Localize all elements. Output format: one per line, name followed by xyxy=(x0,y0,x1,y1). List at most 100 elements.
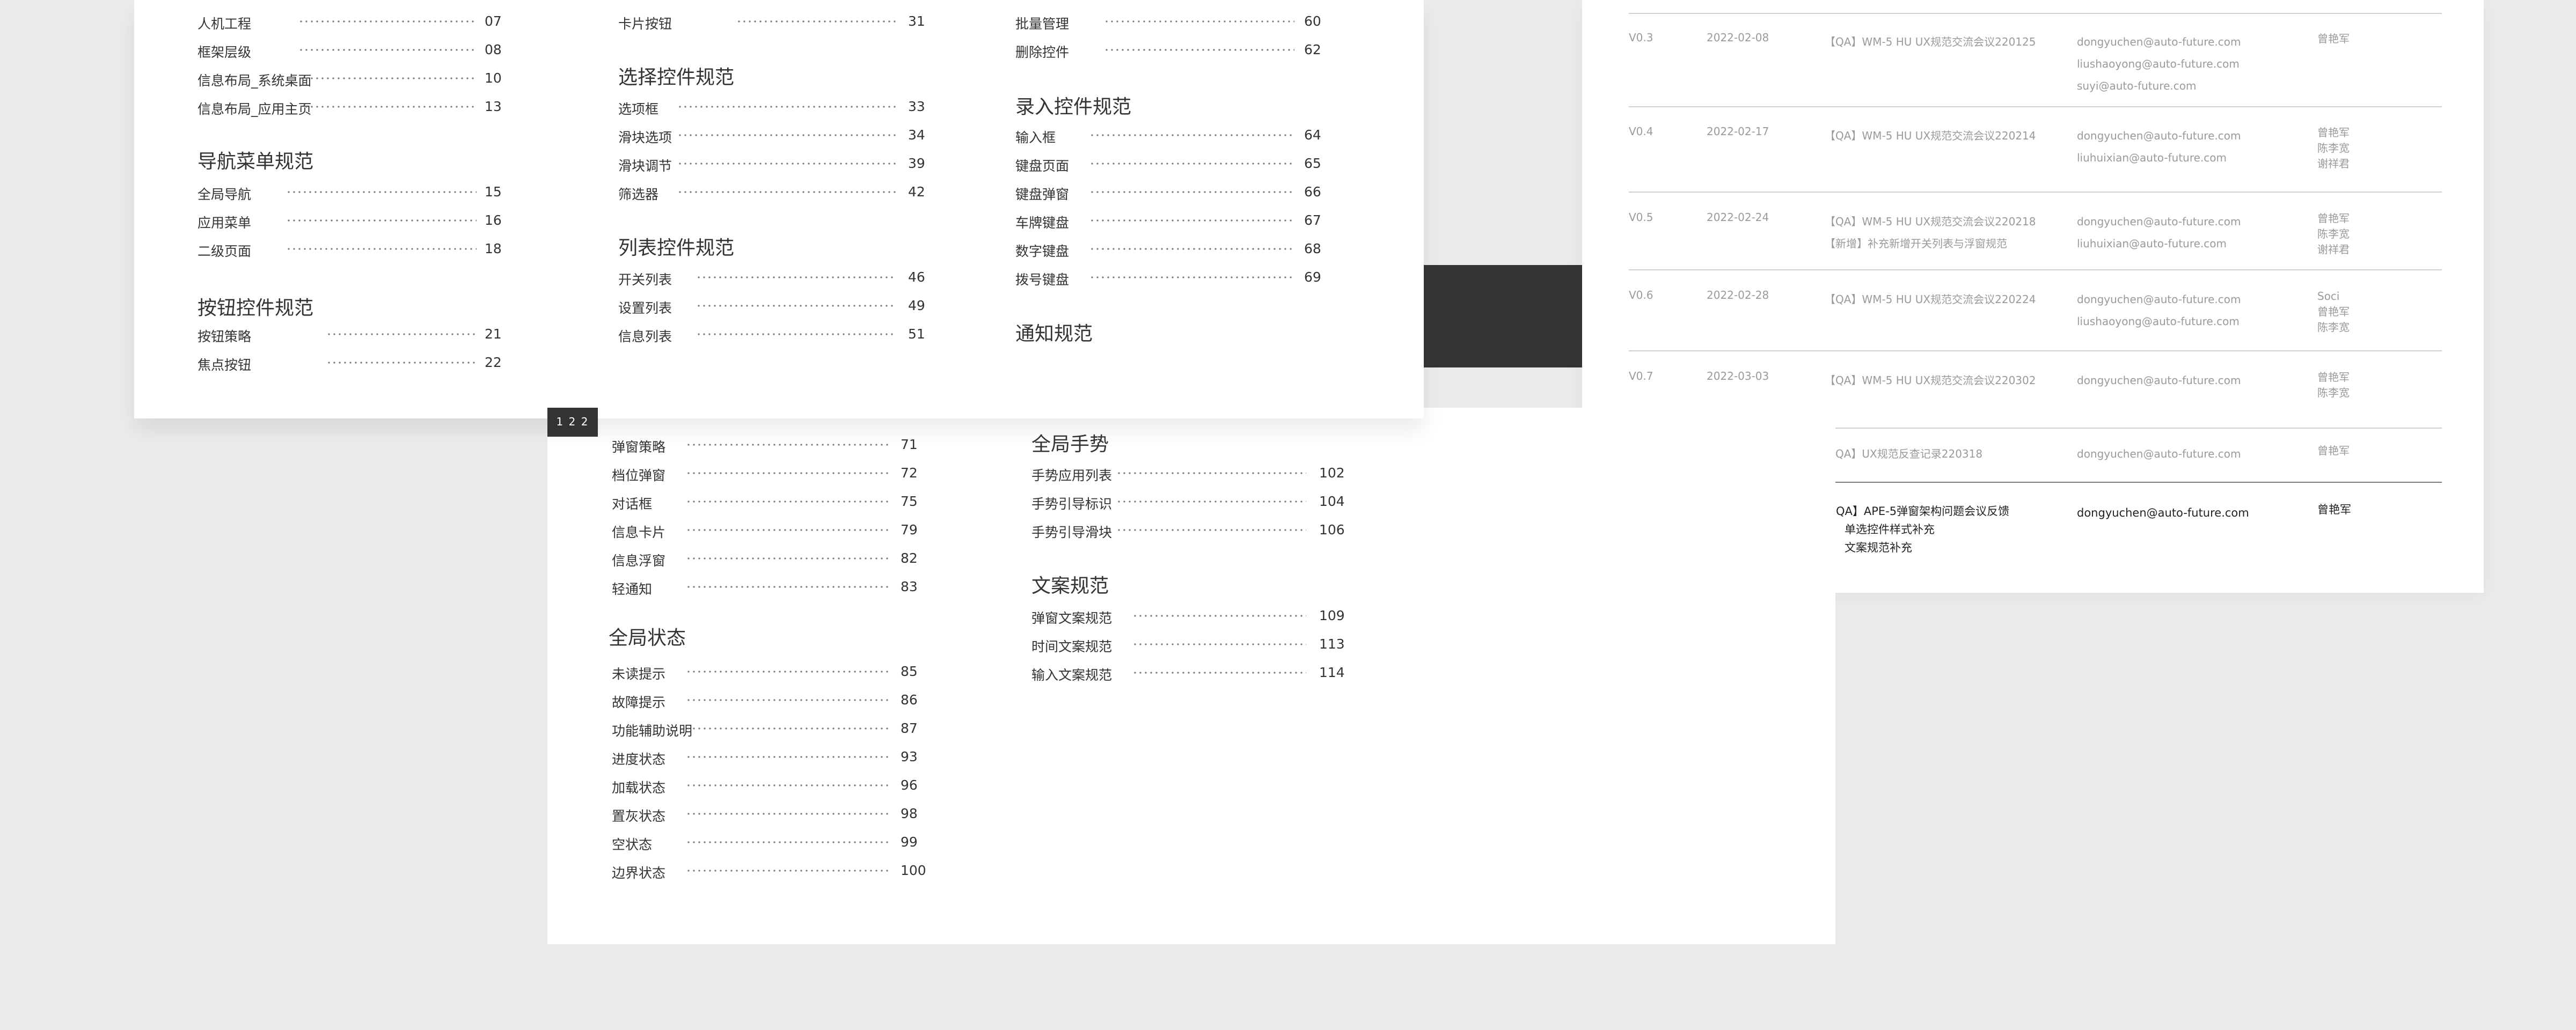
toc-entry-page: 79 xyxy=(901,522,918,538)
toc-entry-page: 85 xyxy=(901,664,918,679)
toc-entry[interactable]: 键盘页面 65 xyxy=(1015,156,1342,177)
revision-version: V0.5 xyxy=(1629,211,1653,224)
revision-emails: dongyuchen@auto-future.com xyxy=(2077,374,2241,387)
toc-entry[interactable]: 信息列表 51 xyxy=(618,326,946,348)
toc-entry[interactable]: 按钮策略 21 xyxy=(197,326,522,348)
toc-entry[interactable]: 开关列表 46 xyxy=(618,269,946,291)
toc-entry[interactable]: 滑块调节 39 xyxy=(618,156,946,177)
section-title-copy: 文案规范 xyxy=(1031,575,1109,597)
toc-entry-page: 83 xyxy=(901,579,918,594)
toc-entry[interactable]: 边界状态 100 xyxy=(612,863,938,884)
revision-divider xyxy=(1629,13,2442,14)
toc-leader-dots xyxy=(696,302,896,310)
toc-entry-label: 信息布局_系统桌面 xyxy=(197,73,312,89)
toc-leader-dots xyxy=(286,217,477,224)
toc-leader-dots xyxy=(1089,160,1294,167)
toc-entry[interactable]: 信息布局_系统桌面 10 xyxy=(197,70,522,92)
toc-leader-dots xyxy=(686,696,888,704)
toc-entry[interactable]: 加载状态 96 xyxy=(612,777,938,799)
toc-entry[interactable]: 框架层级 08 xyxy=(197,42,522,63)
revision-description: 【QA】WM-5 HU UX规范交流会议220302 xyxy=(1825,374,2036,387)
toc-entry[interactable]: 轻通知 83 xyxy=(612,579,938,600)
revision-divider xyxy=(1629,269,2442,270)
toc-entry-label: 手势应用列表 xyxy=(1031,468,1113,483)
revision-description: 【QA】WM-5 HU UX规范交流会议220218 【新增】补充新增开关列表与浮… xyxy=(1825,215,2036,250)
toc-entry[interactable]: 删除控件 62 xyxy=(1015,42,1342,63)
toc-leader-dots xyxy=(686,753,888,761)
toc-entry[interactable]: 焦点按钮 22 xyxy=(197,355,522,376)
toc-entry[interactable]: 时间文案规范 113 xyxy=(1031,636,1357,658)
toc-entry-label: 数字键盘 xyxy=(1015,244,1070,259)
toc-entry[interactable]: 输入框 64 xyxy=(1015,127,1342,149)
toc-entry-page: 07 xyxy=(485,13,502,29)
toc-entry[interactable]: 对话框 75 xyxy=(612,494,938,515)
toc-leader-dots xyxy=(1089,131,1294,139)
toc-entry[interactable]: 二级页面 18 xyxy=(197,241,522,262)
toc-entry-page: 114 xyxy=(1319,665,1345,680)
toc-entry[interactable]: 进度状态 93 xyxy=(612,749,938,770)
toc-entry[interactable]: 弹窗策略 71 xyxy=(612,437,938,458)
toc-entry[interactable]: 未读提示 85 xyxy=(612,664,938,685)
toc-entry-label: 设置列表 xyxy=(618,300,672,316)
revision-emails: dongyuchen@auto-future.com liushaoyong@au… xyxy=(2077,35,2241,92)
toc-entry[interactable]: 手势引导滑块 106 xyxy=(1031,522,1357,543)
toc-entry[interactable]: 空状态 99 xyxy=(612,834,938,856)
toc-entry[interactable]: 筛选器 42 xyxy=(618,184,946,205)
toc-entry[interactable]: 应用菜单 16 xyxy=(197,212,522,234)
toc-entry[interactable]: 信息布局_应用主页 13 xyxy=(197,99,522,120)
toc-leader-dots xyxy=(686,441,888,448)
toc-entry[interactable]: 信息浮窗 82 xyxy=(612,550,938,572)
toc-entry-label: 焦点按钮 xyxy=(197,357,252,373)
toc-leader-dots xyxy=(686,668,888,675)
revision-date: 2022-02-24 xyxy=(1707,211,1769,224)
revision-description: 【QA】UX规范反查记录220318 xyxy=(1825,447,1983,460)
toc-entry-page: 75 xyxy=(901,494,918,509)
toc-entry[interactable]: 设置列表 49 xyxy=(618,298,946,319)
toc-entry-label: 框架层级 xyxy=(197,45,252,60)
revision-version: V0.4 xyxy=(1629,125,1653,138)
toc-entry[interactable]: 弹窗文案规范 109 xyxy=(1031,608,1357,629)
toc-entry-label: 人机工程 xyxy=(197,16,252,32)
toc-entry[interactable]: 输入文案规范 114 xyxy=(1031,665,1357,686)
toc-entry[interactable]: 手势引导标识 104 xyxy=(1031,494,1357,515)
toc-entry[interactable]: 档位弹窗 72 xyxy=(612,465,938,487)
toc-entry-page: 15 xyxy=(485,184,502,200)
toc-entry[interactable]: 功能辅助说明 87 xyxy=(612,720,938,742)
toc-entry-label: 边界状态 xyxy=(612,865,666,881)
toc-leader-dots xyxy=(736,18,896,25)
toc-entry-page: 31 xyxy=(908,13,925,29)
toc-entry-label: 时间文案规范 xyxy=(1031,639,1113,654)
toc-entry-page: 86 xyxy=(901,692,918,708)
toc-entry[interactable]: 故障提示 86 xyxy=(612,692,938,713)
toc-entry[interactable]: 全局导航 15 xyxy=(197,184,522,205)
toc-entry-page: 51 xyxy=(908,326,925,342)
toc-entry[interactable]: 批量管理 60 xyxy=(1015,13,1342,35)
toc-leader-dots xyxy=(298,103,477,111)
toc-entry-page: 10 xyxy=(485,70,502,86)
toc-entry-page: 71 xyxy=(901,437,918,452)
section-title-select: 选择控件规范 xyxy=(618,67,735,89)
toc-leader-dots xyxy=(1116,469,1306,477)
toc-leader-dots xyxy=(1089,245,1294,253)
section-title-status: 全局状态 xyxy=(609,627,686,649)
toc-entry-page: 68 xyxy=(1304,241,1321,256)
toc-entry[interactable]: 键盘弹窗 66 xyxy=(1015,184,1342,205)
toc-entry-label: 车牌键盘 xyxy=(1015,215,1070,231)
toc-entry-page: 98 xyxy=(901,806,918,821)
toc-entry[interactable]: 车牌键盘 67 xyxy=(1015,212,1342,234)
toc-entry[interactable]: 选项框 33 xyxy=(618,99,946,120)
toc-entry[interactable]: 置灰状态 98 xyxy=(612,806,938,827)
toc-leader-dots xyxy=(677,160,896,167)
toc-entry[interactable]: 数字键盘 68 xyxy=(1015,241,1342,262)
toc-entry[interactable]: 滑块选项 34 xyxy=(618,127,946,149)
toc-entry[interactable]: 卡片按钮 31 xyxy=(618,13,946,35)
toc-entry[interactable]: 手势应用列表 102 xyxy=(1031,465,1357,487)
toc-entry-label: 全局导航 xyxy=(197,187,252,202)
revision-date: 2022-03-03 xyxy=(1707,370,1769,382)
section-title-input: 录入控件规范 xyxy=(1015,96,1132,118)
toc-entry-page: 99 xyxy=(901,834,918,850)
toc-leader-dots xyxy=(686,555,888,562)
toc-entry[interactable]: 信息卡片 79 xyxy=(612,522,938,543)
toc-entry[interactable]: 拨号键盘 69 xyxy=(1015,269,1342,291)
toc-entry[interactable]: 人机工程 07 xyxy=(197,13,522,35)
